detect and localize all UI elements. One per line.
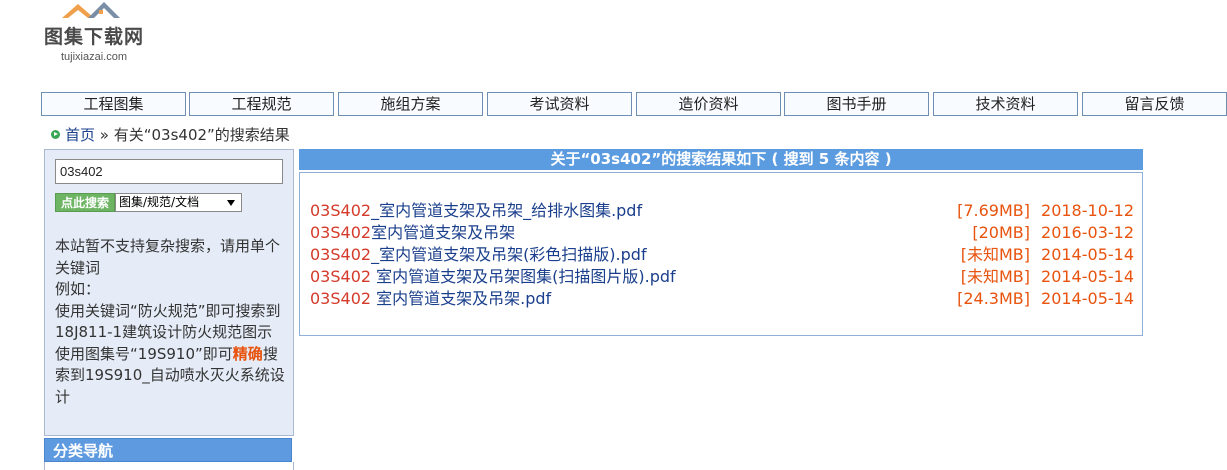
result-row[interactable]: 03S402室内管道支架及吊架 [20MB] 2016-03-12 [310, 222, 1134, 244]
result-date: 2016-03-12 [1041, 223, 1134, 242]
category-nav-body [44, 462, 294, 470]
result-size: [7.69MB] [957, 201, 1030, 220]
result-date: 2014-05-14 [1041, 267, 1134, 286]
chevron-down-icon [227, 200, 235, 206]
result-link[interactable]: 03S402_室内管道支架及吊架_给排水图集.pdf [310, 200, 642, 222]
result-title: 室内管道支架及吊架图集(扫描图片版).pdf [371, 267, 676, 286]
result-code: 03S402 [310, 223, 372, 242]
search-sidebar: 点此搜索 图集/规范/文档 本站暂不支持复杂搜索，请用单个关键词 例如： 使用关… [44, 149, 294, 436]
help-highlight: 精确 [232, 344, 263, 363]
result-row[interactable]: 03S402_室内管道支架及吊架(彩色扫描版).pdf [未知MB] 2014-… [310, 244, 1134, 266]
nav-item-technical-materials[interactable]: 技术资料 [933, 92, 1078, 116]
help-line-4: 使用图集号“19S910”即可精确搜索到19S910_自动喷水灭火系统设计 [55, 344, 287, 409]
nav-item-books-manuals[interactable]: 图书手册 [784, 92, 929, 116]
nav-item-feedback[interactable]: 留言反馈 [1082, 92, 1227, 116]
breadcrumb: 首页 » 有关“03s402”的搜索结果 [51, 124, 290, 145]
search-button[interactable]: 点此搜索 [55, 193, 115, 212]
house-roof-icon [62, 2, 120, 18]
search-input[interactable] [55, 159, 283, 184]
result-title: _室内管道支架及吊架(彩色扫描版).pdf [371, 245, 647, 264]
result-title: _室内管道支架及吊架_给排水图集.pdf [371, 201, 643, 220]
results-header: 关于“03s402”的搜索结果如下 ( 搜到 5 条内容 ) [299, 149, 1143, 170]
result-date: 2014-05-14 [1041, 245, 1134, 264]
search-help-text: 本站暂不支持复杂搜索，请用单个关键词 例如： 使用关键词“防火规范”即可搜索到1… [55, 236, 287, 408]
nav-item-cost-materials[interactable]: 造价资料 [636, 92, 781, 116]
help-line-1: 本站暂不支持复杂搜索，请用单个关键词 [55, 237, 281, 277]
result-row[interactable]: 03S402 室内管道支架及吊架图集(扫描图片版).pdf [未知MB] 201… [310, 266, 1134, 288]
result-link[interactable]: 03S402 室内管道支架及吊架.pdf [310, 288, 551, 310]
result-title: 室内管道支架及吊架 [371, 223, 516, 242]
result-size: [未知MB] [960, 267, 1030, 286]
help-line-2: 例如： [55, 280, 101, 298]
result-size: [20MB] [972, 223, 1030, 242]
result-title: 室内管道支架及吊架.pdf [371, 289, 552, 308]
result-size: [24.3MB] [957, 289, 1030, 308]
result-row[interactable]: 03S402 室内管道支架及吊架.pdf [24.3MB] 2014-05-14 [310, 288, 1134, 310]
breadcrumb-separator: » [95, 126, 114, 144]
result-date: 2014-05-14 [1041, 289, 1134, 308]
result-link[interactable]: 03S402 室内管道支架及吊架图集(扫描图片版).pdf [310, 266, 676, 288]
result-link[interactable]: 03S402_室内管道支架及吊架(彩色扫描版).pdf [310, 244, 647, 266]
category-nav-header: 分类导航 [44, 438, 292, 462]
result-code: 03S402 [310, 289, 372, 308]
search-type-select[interactable]: 图集/规范/文档 [115, 193, 242, 212]
nav-item-engineering-codes[interactable]: 工程规范 [189, 92, 334, 116]
results-list: 03S402_室内管道支架及吊架_给排水图集.pdf [7.69MB] 2018… [299, 172, 1143, 336]
logo-title: 图集下载网 [44, 26, 145, 48]
search-type-value: 图集/规范/文档 [119, 195, 200, 209]
help-line-4-a: 使用图集号“19S910”即可 [55, 344, 233, 363]
site-logo[interactable]: 图集下载网 tujixiazai.com [44, 0, 174, 66]
result-size: [未知MB] [960, 245, 1030, 264]
result-row[interactable]: 03S402_室内管道支架及吊架_给排水图集.pdf [7.69MB] 2018… [310, 200, 1134, 222]
main-nav: 工程图集 工程规范 施组方案 考试资料 造价资料 图书手册 技术资料 留言反馈 [41, 92, 1227, 116]
breadcrumb-current: 有关“03s402”的搜索结果 [113, 126, 290, 144]
logo-domain: tujixiazai.com [61, 51, 128, 63]
arrow-bullet-icon [51, 130, 60, 139]
result-code: 03S402 [310, 267, 372, 286]
nav-item-construction-plans[interactable]: 施组方案 [338, 92, 483, 116]
result-link[interactable]: 03S402室内管道支架及吊架 [310, 222, 515, 244]
breadcrumb-home-link[interactable]: 首页 [65, 126, 95, 144]
result-code: 03S402 [310, 201, 372, 220]
nav-item-exam-materials[interactable]: 考试资料 [487, 92, 632, 116]
nav-item-engineering-atlas[interactable]: 工程图集 [41, 92, 186, 116]
result-code: 03S402 [310, 245, 372, 264]
result-date: 2018-10-12 [1041, 201, 1134, 220]
help-line-3: 使用关键词“防火规范”即可搜索到18J811-1建筑设计防火规范图示 [55, 301, 281, 342]
